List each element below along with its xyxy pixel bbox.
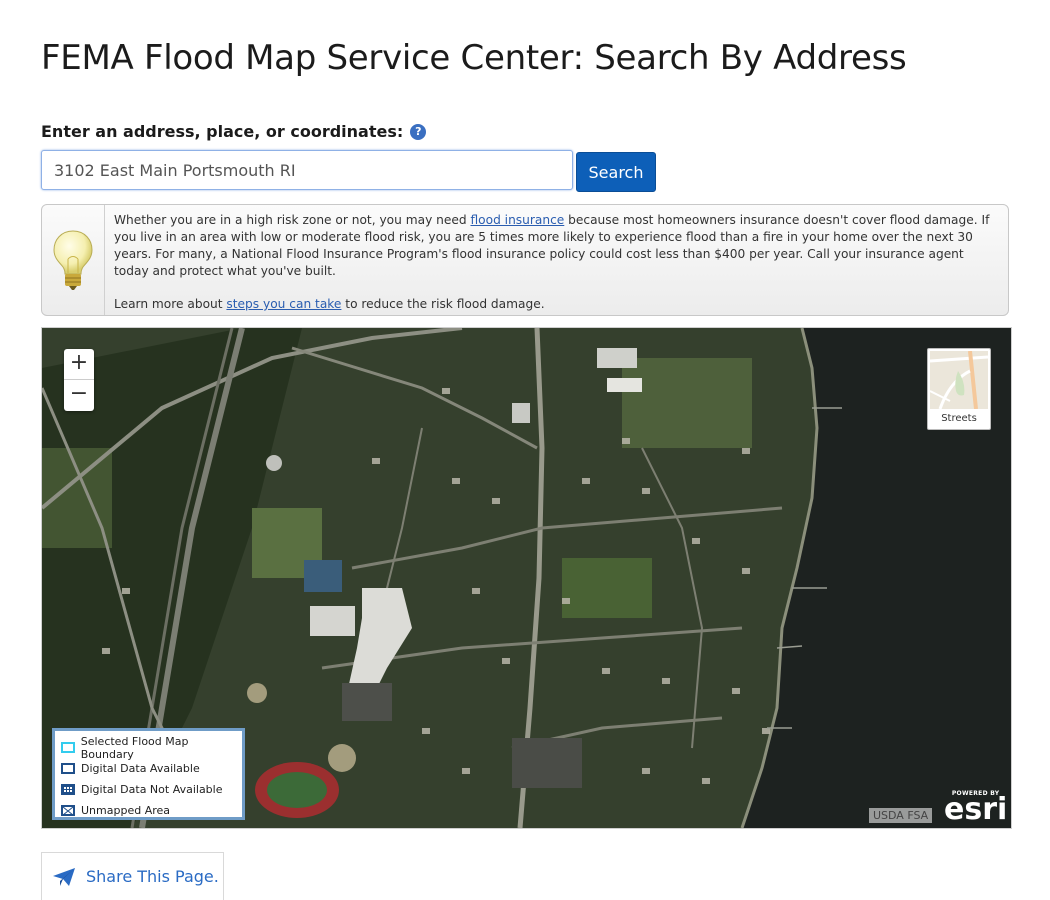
flood-insurance-link[interactable]: flood insurance bbox=[470, 213, 564, 227]
digital-data-not-available-swatch bbox=[61, 784, 75, 795]
info-paragraph: Whether you are in a high risk zone or n… bbox=[114, 212, 994, 280]
legend-item-digital-data-available: Digital Data Available bbox=[61, 758, 242, 779]
unmapped-area-swatch bbox=[61, 805, 75, 816]
info-icon-cell bbox=[42, 205, 105, 315]
share-page-button[interactable]: Share This Page. bbox=[41, 852, 224, 900]
streets-map-icon bbox=[930, 351, 988, 409]
learn-text-part: Learn more about bbox=[114, 297, 227, 311]
flood-insurance-info-box: Whether you are in a high risk zone or n… bbox=[41, 204, 1009, 316]
zoom-out-button[interactable]: − bbox=[64, 380, 94, 410]
learn-text-part: to reduce the risk flood damage. bbox=[341, 297, 545, 311]
legend-label: Digital Data Not Available bbox=[81, 783, 223, 796]
streets-thumbnail bbox=[930, 351, 988, 409]
zoom-control: + − bbox=[64, 349, 94, 411]
legend-label: Digital Data Available bbox=[81, 762, 200, 775]
search-label: Enter an address, place, or coordinates:… bbox=[41, 122, 427, 141]
info-text: Whether you are in a high risk zone or n… bbox=[114, 212, 994, 313]
share-page-label: Share This Page. bbox=[86, 867, 219, 886]
legend-item-selected-boundary: Selected Flood Map Boundary bbox=[61, 734, 242, 761]
legend-item-digital-data-not-available: Digital Data Not Available bbox=[61, 779, 242, 800]
imagery-attribution: USDA FSA bbox=[869, 808, 933, 823]
selected-boundary-swatch bbox=[61, 742, 75, 753]
legend-item-unmapped-area: Unmapped Area bbox=[61, 800, 242, 821]
basemap-label: Streets bbox=[941, 413, 977, 424]
steps-you-can-take-link[interactable]: steps you can take bbox=[226, 297, 341, 311]
page-title: FEMA Flood Map Service Center: Search By… bbox=[41, 38, 907, 78]
legend-label: Selected Flood Map Boundary bbox=[80, 734, 189, 761]
help-icon[interactable]: ? bbox=[410, 123, 427, 140]
info-text-part: Whether you are in a high risk zone or n… bbox=[114, 213, 471, 227]
address-search-input[interactable] bbox=[41, 150, 573, 190]
esri-logo[interactable]: POWERED BY esri bbox=[944, 790, 1008, 827]
basemap-toggle[interactable]: Streets bbox=[927, 348, 991, 430]
zoom-in-button[interactable]: + bbox=[64, 349, 94, 380]
map-legend: Selected Flood Map Boundary Digital Data… bbox=[52, 728, 245, 820]
esri-wordmark: esri bbox=[944, 792, 1008, 827]
digital-data-available-swatch bbox=[61, 763, 75, 774]
legend-label: Unmapped Area bbox=[81, 804, 171, 817]
search-button[interactable]: Search bbox=[576, 152, 656, 192]
learn-more-paragraph: Learn more about steps you can take to r… bbox=[114, 296, 994, 313]
search-label-text: Enter an address, place, or coordinates: bbox=[41, 122, 404, 141]
lightbulb-icon bbox=[53, 230, 93, 290]
paper-plane-icon bbox=[53, 867, 75, 886]
flood-map[interactable]: + − Streets Selected Flood Map Boundary … bbox=[41, 327, 1012, 829]
